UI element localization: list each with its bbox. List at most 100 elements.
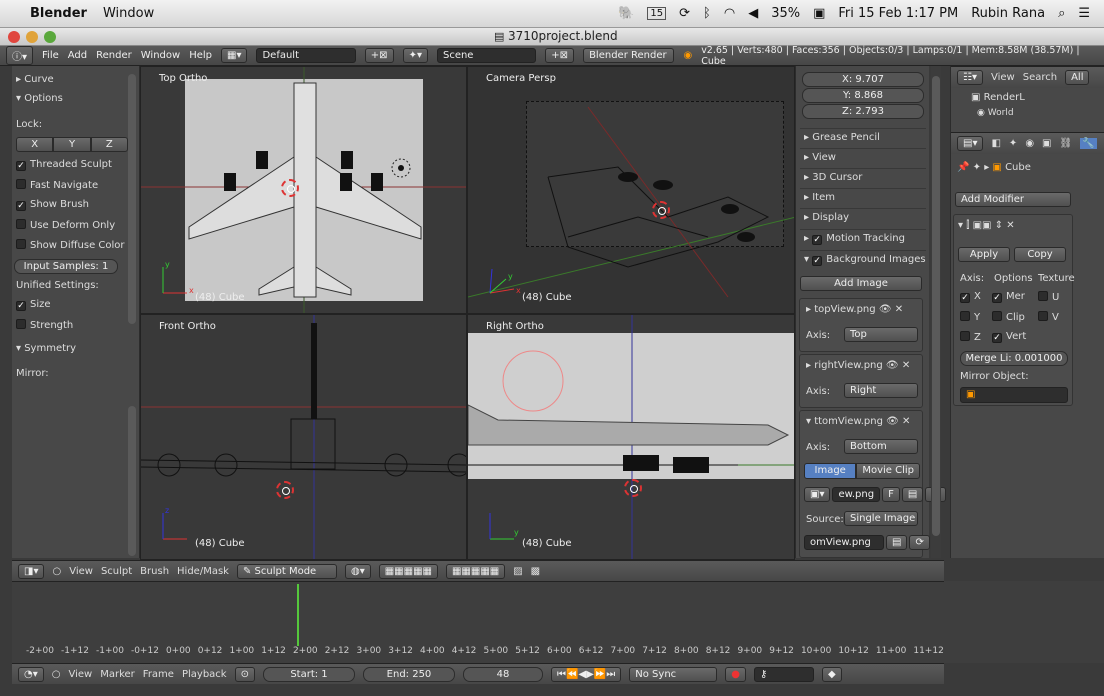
menu-frame[interactable]: Frame	[143, 669, 174, 680]
menu-sculpt[interactable]: Sculpt	[101, 566, 132, 577]
tool-shelf-scrollbar[interactable]	[128, 74, 136, 324]
app-name[interactable]: Blender	[30, 6, 87, 21]
image-name-field[interactable]: ew.png	[832, 487, 881, 502]
texture-u-checkbox[interactable]: U	[1038, 291, 1059, 303]
clip-checkbox[interactable]: Clip	[992, 311, 1025, 323]
cursor-x-field[interactable]: X: 9.707	[802, 72, 924, 87]
preview-range-icon[interactable]: ⊙	[234, 666, 255, 682]
volume-icon[interactable]: ◀	[748, 6, 758, 21]
axis-z-checkbox[interactable]: Z	[960, 331, 981, 343]
layer-buttons-2[interactable]: ▦▦▦▦▦	[445, 563, 506, 579]
bg-image-header[interactable]: ▸ topView.png 👁 ✕	[806, 304, 903, 315]
constraint-tab-icon[interactable]: ⛓	[1060, 138, 1073, 149]
timeline-editor[interactable]: -2+00 -1+12 -1+00 -0+12 0+00 0+12 1+00 1+12 2+00…	[12, 581, 944, 663]
check-icon[interactable]: ✓	[812, 235, 823, 245]
3d-cursor-icon[interactable]	[281, 179, 299, 197]
eye-icon[interactable]: 👁	[886, 416, 899, 427]
open-folder-icon[interactable]: ▤	[901, 487, 924, 502]
world-tab-icon[interactable]: ◉	[1025, 138, 1034, 149]
render-tab-icon[interactable]: ◧	[991, 138, 1000, 149]
lock-x-button[interactable]: X	[16, 137, 54, 152]
add-modifier-select[interactable]: Add Modifier	[955, 192, 1071, 207]
modifier-header[interactable]: ▾ ⫿ ▣▣ ⇕ ✕	[958, 220, 1015, 231]
viewport-camera-persp[interactable]: Camera Persp yx (48) Cube	[467, 66, 795, 314]
axis-select[interactable]: Right	[844, 383, 918, 398]
properties-editor-icon[interactable]: ▤▾	[957, 136, 984, 151]
copy-button[interactable]: Copy	[1014, 247, 1066, 262]
end-frame-field[interactable]: End: 250	[362, 666, 455, 682]
3d-cursor-icon[interactable]	[276, 481, 294, 499]
apply-button[interactable]: Apply	[958, 247, 1010, 262]
tool-shelf-scrollbar-lower[interactable]	[128, 406, 136, 556]
render-engine-select[interactable]: Blender Render	[583, 48, 675, 63]
close-window-button[interactable]	[8, 31, 20, 43]
lock-y-button[interactable]: Y	[53, 137, 91, 152]
modifier-tab-icon[interactable]: 🔧	[1080, 138, 1097, 149]
scrollbar-thumb[interactable]	[932, 76, 940, 536]
n-panel-scrollbar[interactable]	[931, 66, 941, 558]
input-samples-field[interactable]: Input Samples: 1	[14, 259, 118, 274]
unified-size-checkbox[interactable]: ✓ Size	[16, 299, 51, 311]
viewport-right-ortho[interactable]: Right Ortho y (48) Cube	[467, 314, 795, 560]
minimize-window-button[interactable]	[26, 31, 38, 43]
merge-checkbox[interactable]: ✓ Mer	[992, 291, 1025, 303]
eye-icon[interactable]: 👁	[886, 360, 899, 371]
menu-render[interactable]: Render	[96, 50, 132, 61]
keying-set-field[interactable]: ⚷	[754, 666, 815, 682]
reload-icon[interactable]: ⟳	[909, 535, 930, 550]
remove-modifier-icon[interactable]: ✕	[1006, 220, 1014, 231]
threaded-sculpt-checkbox[interactable]: ✓ Threaded Sculpt	[16, 159, 112, 171]
evernote-icon[interactable]: 🐘	[618, 6, 634, 21]
axis-x-checkbox[interactable]: ✓ X	[960, 291, 981, 303]
insert-keyframe-icon[interactable]: ◆	[822, 666, 842, 682]
header-collapse-icon[interactable]: ○	[52, 566, 61, 577]
sync-select[interactable]: No Sync	[629, 666, 718, 682]
current-frame-marker[interactable]	[297, 584, 299, 646]
bluetooth-icon[interactable]: ᛒ	[703, 6, 711, 21]
axis-y-checkbox[interactable]: Y	[960, 311, 980, 323]
fake-user-button[interactable]: F	[882, 487, 900, 502]
menu-view[interactable]: View	[69, 566, 93, 577]
section-motion-tracking[interactable]: ▸ ✓ Motion Tracking	[800, 229, 926, 247]
3d-cursor-icon[interactable]	[652, 201, 670, 219]
screen-layout-icon[interactable]: ▦▾	[221, 48, 248, 63]
show-diffuse-color-checkbox[interactable]: Show Diffuse Color	[16, 239, 125, 251]
calendar-icon[interactable]: 15	[647, 7, 667, 20]
filepath-field[interactable]: omView.png	[804, 535, 884, 550]
wifi-icon[interactable]: ◠	[724, 6, 735, 21]
sync-icon[interactable]: ⟳	[679, 6, 690, 21]
tab-image[interactable]: Image	[804, 463, 857, 479]
section-background-images[interactable]: ▾ ✓ Background Images	[800, 250, 926, 268]
outliner-editor-icon[interactable]: ☷▾	[957, 70, 983, 85]
cursor-y-field[interactable]: Y: 8.868	[802, 88, 924, 103]
viewport-front-ortho[interactable]: Front Ortho z (48) Cube	[140, 314, 467, 560]
menu-file[interactable]: File	[42, 50, 59, 61]
bg-image-header[interactable]: ▸ rightView.png 👁 ✕	[806, 360, 910, 371]
section-display[interactable]: ▸ Display	[800, 208, 926, 226]
fast-navigate-checkbox[interactable]: Fast Navigate	[16, 179, 98, 191]
pin-icon[interactable]: 📌	[957, 162, 969, 173]
outliner-all-button[interactable]: All	[1065, 70, 1090, 85]
curve-panel-header[interactable]: ▸ Curve	[16, 74, 54, 85]
cursor-z-field[interactable]: Z: 2.793	[802, 104, 924, 119]
window-menu[interactable]: Window	[103, 6, 154, 21]
merge-limit-field[interactable]: Merge Li: 0.001000	[960, 351, 1068, 366]
source-select[interactable]: Single Image	[844, 511, 918, 526]
flag-icon[interactable]: ▣	[813, 6, 825, 21]
axis-select[interactable]: Bottom	[844, 439, 918, 454]
menu-help[interactable]: Help	[189, 50, 212, 61]
remove-x-icon[interactable]: ✕	[902, 360, 910, 371]
object-tab-icon[interactable]: ▣	[1042, 138, 1051, 149]
bg-image-header[interactable]: ▾ ttomView.png 👁 ✕	[806, 416, 910, 427]
layer-buttons-1[interactable]: ▦▦▦▦▦	[378, 563, 438, 579]
menu-add[interactable]: Add	[68, 50, 87, 61]
menu-view[interactable]: View	[68, 669, 92, 680]
menu-window[interactable]: Window	[141, 50, 180, 61]
outliner-item-renderl[interactable]: ▣ RenderL	[971, 92, 1025, 103]
remove-x-icon[interactable]: ✕	[895, 304, 903, 315]
user-name[interactable]: Rubin Rana	[971, 6, 1045, 21]
unified-strength-checkbox[interactable]: Strength	[16, 319, 73, 331]
section-view[interactable]: ▸ View	[800, 148, 926, 166]
section-item[interactable]: ▸ Item	[800, 188, 926, 206]
clock[interactable]: Fri 15 Feb 1:17 PM	[838, 6, 958, 21]
